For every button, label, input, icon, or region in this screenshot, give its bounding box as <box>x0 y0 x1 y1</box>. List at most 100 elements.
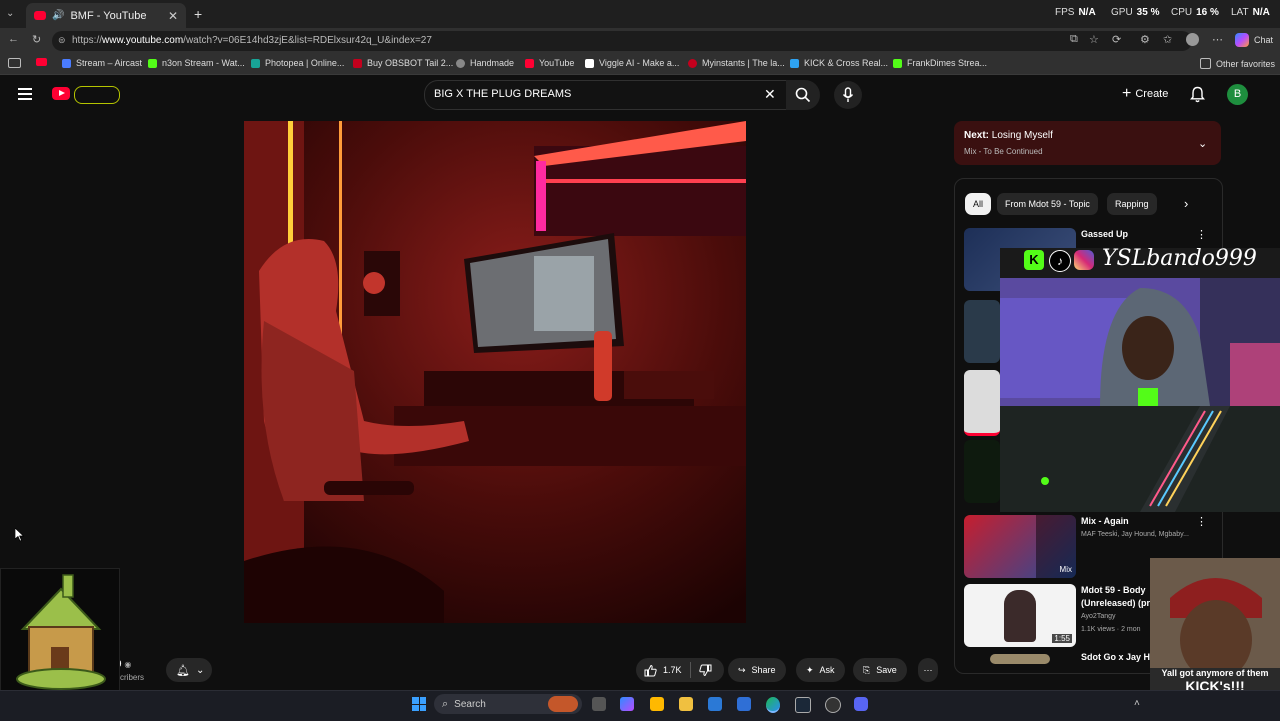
microsoft-store-icon[interactable] <box>650 697 664 711</box>
tab-list-icon[interactable]: ⌄ <box>6 8 14 19</box>
chevron-down-icon[interactable]: ⌄ <box>1198 137 1207 150</box>
extensions-icon[interactable]: ⚙ <box>1140 33 1150 46</box>
video-thumbnail[interactable] <box>964 440 1000 503</box>
tray-chevron-icon[interactable]: ˄ <box>1134 698 1140 709</box>
youtube-logo-icon[interactable] <box>52 87 70 100</box>
rec-title-sdot-go[interactable]: Sdot Go x Jay He <box>1081 652 1155 662</box>
create-button[interactable]: + Create <box>1116 83 1174 105</box>
chevron-down-icon: ⌄ <box>195 664 205 676</box>
copilot-icon[interactable] <box>1235 33 1249 47</box>
thumbs-up-icon <box>644 664 657 676</box>
more-horizontal-icon: ⋯ <box>923 664 933 675</box>
windows-taskbar <box>0 690 1280 721</box>
video-player[interactable] <box>244 121 746 623</box>
bookmark-youtube[interactable]: YouTube <box>525 58 574 68</box>
video-thumbnail[interactable] <box>964 300 1000 363</box>
clear-search-icon[interactable]: ✕ <box>764 86 776 103</box>
rec-title-line2[interactable]: (Unreleased) (pr <box>1081 598 1150 608</box>
search-icon: ⌕ <box>442 697 449 710</box>
ask-button[interactable]: ✦ Ask <box>796 658 845 682</box>
subscribe-notifications-button[interactable]: 🔔︎ ⌄ <box>166 658 212 682</box>
tab-title: BMF - YouTube <box>70 9 147 22</box>
account-avatar[interactable]: B <box>1227 84 1248 105</box>
more-actions-button[interactable]: ⋯ <box>918 658 938 682</box>
taskbar-search[interactable]: ⌕ Search <box>434 694 582 714</box>
rec-title-mdot59-body[interactable]: Mdot 59 - Body <box>1081 585 1146 595</box>
open-in-app-icon[interactable]: ⧉ <box>1070 33 1078 46</box>
kick-logo-icon: K <box>1024 250 1044 270</box>
more-actions-icon[interactable]: ⋮ <box>1196 515 1207 528</box>
obs-icon[interactable] <box>825 697 841 713</box>
video-thumbnail[interactable] <box>964 370 1000 436</box>
youtube-doodle-logo[interactable] <box>74 86 120 104</box>
rec-title-gassed-up[interactable]: Gassed Up <box>1081 229 1128 239</box>
speaker-icon[interactable]: 🔊 <box>52 10 64 21</box>
collections-icon[interactable] <box>8 58 21 68</box>
lat-stat: LAT N/A <box>1231 7 1270 18</box>
file-explorer-icon[interactable] <box>679 697 693 711</box>
new-tab-icon[interactable]: + <box>194 6 202 22</box>
bookmark-frankdimes[interactable]: FrankDimes Strea... <box>893 58 987 68</box>
rec-channel: MAF Teeski, Jay Hound, Mgbaby... <box>1081 531 1189 538</box>
edge-browser-icon[interactable] <box>766 697 780 713</box>
more-menu-icon[interactable]: ⋯ <box>1212 33 1223 46</box>
instagram-logo-icon <box>1074 250 1094 270</box>
share-button[interactable]: ↪ Share <box>728 658 786 682</box>
mix-thumbnail[interactable]: Mix <box>964 515 1076 578</box>
steam-icon[interactable] <box>795 697 811 713</box>
thumbs-down-icon[interactable] <box>698 664 712 677</box>
url-text[interactable]: https://www.youtube.com/watch?v=06E14hd3… <box>72 35 432 46</box>
chip-from-mdot59[interactable]: From Mdot 59 - Topic <box>997 193 1098 215</box>
voice-search-button[interactable] <box>834 81 862 109</box>
up-next-subtitle: Mix - To Be Continued <box>964 147 1043 156</box>
task-view-icon[interactable] <box>592 697 606 711</box>
bookmark-kick-cross[interactable]: KICK & Cross Real... <box>790 58 888 68</box>
windows-start-icon[interactable] <box>412 697 426 711</box>
video-thumbnail[interactable] <box>990 654 1050 664</box>
streamer-handle: YSLbando999 <box>1102 248 1257 271</box>
video-thumbnail[interactable]: 1:55 <box>964 584 1076 647</box>
like-button[interactable]: 1.7K <box>644 664 682 677</box>
chip-rapping[interactable]: Rapping <box>1107 193 1157 215</box>
up-next-banner[interactable] <box>954 121 1221 165</box>
bookmark-aircast[interactable]: Stream – Aircast <box>62 58 142 68</box>
bookmark-viggle[interactable]: Viggle AI - Make a... <box>585 58 679 68</box>
duration-badge: 1:55 <box>1052 634 1072 643</box>
bookmark-photopea[interactable]: Photopea | Online... <box>251 58 344 68</box>
bookmark-handmade[interactable]: Handmade <box>456 58 514 68</box>
copilot-taskbar-icon[interactable] <box>620 697 634 711</box>
bookmark-n3on[interactable]: n3on Stream - Wat... <box>148 58 245 68</box>
extensions-sync-icon[interactable]: ⟳ <box>1112 33 1121 46</box>
close-tab-icon[interactable]: ✕ <box>168 9 178 23</box>
profile-avatar-icon[interactable] <box>1186 33 1199 46</box>
mail-icon[interactable] <box>737 697 751 711</box>
photopea-icon <box>251 58 260 68</box>
bell-icon <box>1190 86 1205 103</box>
bookmark-myinstants[interactable]: Myinstants | The la... <box>688 58 785 68</box>
favorite-star-icon[interactable]: ☆ <box>1089 33 1099 46</box>
folder-icon <box>1200 58 1211 69</box>
search-button[interactable] <box>786 80 820 110</box>
notifications-button[interactable] <box>1190 86 1205 106</box>
guide-menu-icon[interactable] <box>18 88 32 100</box>
chevron-right-icon[interactable]: › <box>1184 196 1188 211</box>
viggle-icon <box>585 58 594 68</box>
more-actions-icon[interactable]: ⋮ <box>1196 228 1207 241</box>
tab-active[interactable]: 🔊 BMF - YouTube ✕ <box>26 3 186 28</box>
rec-title-mix-again[interactable]: Mix - Again <box>1081 516 1129 526</box>
bookmark-obsbot[interactable]: Buy OBSBOT Tail 2... <box>353 58 453 68</box>
search-input[interactable]: BIG X THE PLUG DREAMS <box>434 88 571 100</box>
keyboard-cam-overlay <box>1000 406 1280 512</box>
chip-all[interactable]: All <box>965 193 992 215</box>
chat-label[interactable]: Chat <box>1254 35 1273 45</box>
discord-icon[interactable] <box>854 697 868 711</box>
divider <box>689 662 691 678</box>
site-info-icon[interactable]: ⊜ <box>58 35 66 46</box>
app-icon[interactable] <box>708 697 722 711</box>
other-favorites[interactable]: Other favorites <box>1200 58 1275 69</box>
back-icon[interactable]: ← <box>8 33 19 45</box>
save-button[interactable]: ⎘ Save <box>853 658 907 682</box>
refresh-icon[interactable]: ↻ <box>32 33 41 46</box>
favorites-icon[interactable]: ✩ <box>1163 33 1172 46</box>
youtube-bookmark-icon[interactable] <box>36 58 47 66</box>
